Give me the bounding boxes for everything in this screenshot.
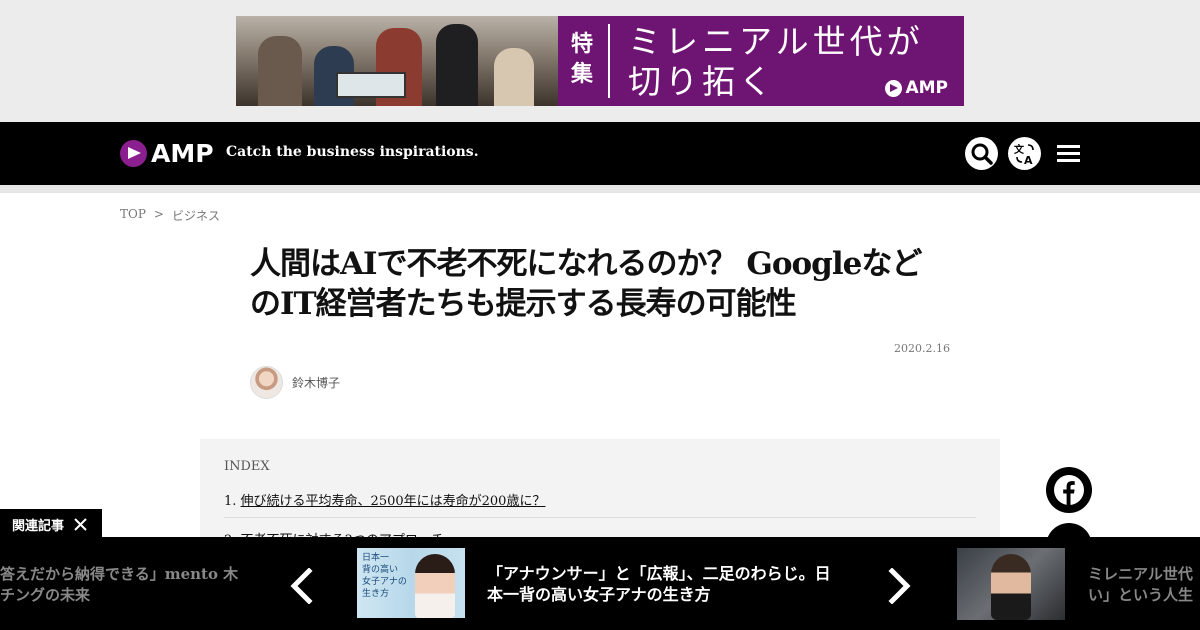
chevron-left-icon[interactable] bbox=[287, 568, 317, 604]
ad-brand-logo: AMP bbox=[885, 78, 948, 98]
site-tagline: Catch the business inspirations. bbox=[226, 144, 479, 160]
toc-item[interactable]: 1. 伸び続ける平均寿命、2500年には寿命が200歳に？ bbox=[224, 490, 545, 509]
carousel-item-prev-title[interactable]: 答えだから納得できる」mento 木 チングの未来 bbox=[0, 564, 240, 606]
table-of-contents: INDEX 1. 伸び続ける平均寿命、2500年には寿命が200歳に？ 2. 不… bbox=[200, 439, 1000, 549]
logo-text: AMP bbox=[151, 139, 214, 168]
author-name[interactable]: 鈴木博子 bbox=[292, 374, 340, 391]
breadcrumb-top[interactable]: TOP bbox=[120, 207, 146, 224]
toc-heading: INDEX bbox=[224, 459, 270, 474]
article-date: 2020.2.16 bbox=[894, 342, 950, 355]
play-logo-icon bbox=[885, 79, 903, 97]
translate-icon: 文 A bbox=[1014, 143, 1034, 166]
toc-divider bbox=[224, 517, 976, 518]
svg-text:A: A bbox=[1024, 154, 1033, 166]
hamburger-menu-button[interactable] bbox=[1057, 145, 1080, 162]
facebook-icon bbox=[1054, 475, 1084, 505]
hamburger-line bbox=[1057, 159, 1080, 162]
carousel-item-next-thumbnail[interactable] bbox=[957, 548, 1065, 620]
toc-item-link[interactable]: 伸び続ける平均寿命、2500年には寿命が200歳に？ bbox=[241, 494, 546, 509]
search-icon bbox=[971, 143, 993, 165]
breadcrumb-category[interactable]: ビジネス bbox=[172, 207, 220, 224]
close-icon[interactable] bbox=[74, 517, 87, 531]
site-logo[interactable]: AMP bbox=[120, 139, 214, 168]
ad-label: 特集 bbox=[570, 32, 593, 87]
author[interactable]: 鈴木博子 bbox=[250, 366, 340, 399]
ad-photo bbox=[236, 16, 558, 106]
carousel-item-thumbnail[interactable]: 日本一 背の高い 女子アナの 生き方 bbox=[357, 548, 465, 618]
carousel-item-next-title[interactable]: ミレニアル世代 い」という人生 bbox=[1088, 564, 1200, 606]
hamburger-menu-icon bbox=[1057, 145, 1080, 148]
logo-mark-icon bbox=[120, 140, 147, 167]
related-articles-carousel: 答えだから納得できる」mento 木 チングの未来 日本一 背の高い 女子アナの… bbox=[0, 537, 1200, 630]
thumbnail-caption: 日本一 背の高い 女子アナの 生き方 bbox=[362, 553, 407, 599]
hamburger-line bbox=[1057, 152, 1080, 155]
carousel-item-title[interactable]: 「アナウンサー」と「広報」、二足のわらじ。日 本一背の高い女子アナの生き方 bbox=[487, 563, 857, 605]
search-button[interactable] bbox=[965, 137, 998, 170]
related-articles-tab[interactable]: 関連記事 bbox=[0, 509, 102, 539]
facebook-share-button[interactable] bbox=[1046, 467, 1092, 513]
header-divider bbox=[0, 185, 1200, 193]
article-title: 人間はAIで不老不死になれるのか？ GoogleなどのIT経営者たちも提示する長… bbox=[250, 246, 922, 322]
thumbnail-person bbox=[415, 554, 455, 618]
ad-divider bbox=[608, 24, 610, 98]
breadcrumb: TOP > ビジネス bbox=[120, 207, 220, 224]
breadcrumb-separator: > bbox=[153, 207, 164, 221]
ad-area: 特集 ミレニアル世代が 切り拓く AMP bbox=[0, 0, 1200, 122]
author-avatar[interactable] bbox=[250, 366, 283, 399]
related-tab-label: 関連記事 bbox=[12, 518, 65, 534]
ad-brand-text: AMP bbox=[905, 78, 948, 98]
toc-item-number: 1. bbox=[224, 494, 237, 509]
ad-banner[interactable]: 特集 ミレニアル世代が 切り拓く AMP bbox=[236, 16, 964, 106]
chevron-right-icon[interactable] bbox=[884, 568, 914, 604]
thumbnail-person bbox=[991, 554, 1031, 620]
translate-button[interactable]: 文 A bbox=[1008, 137, 1041, 170]
